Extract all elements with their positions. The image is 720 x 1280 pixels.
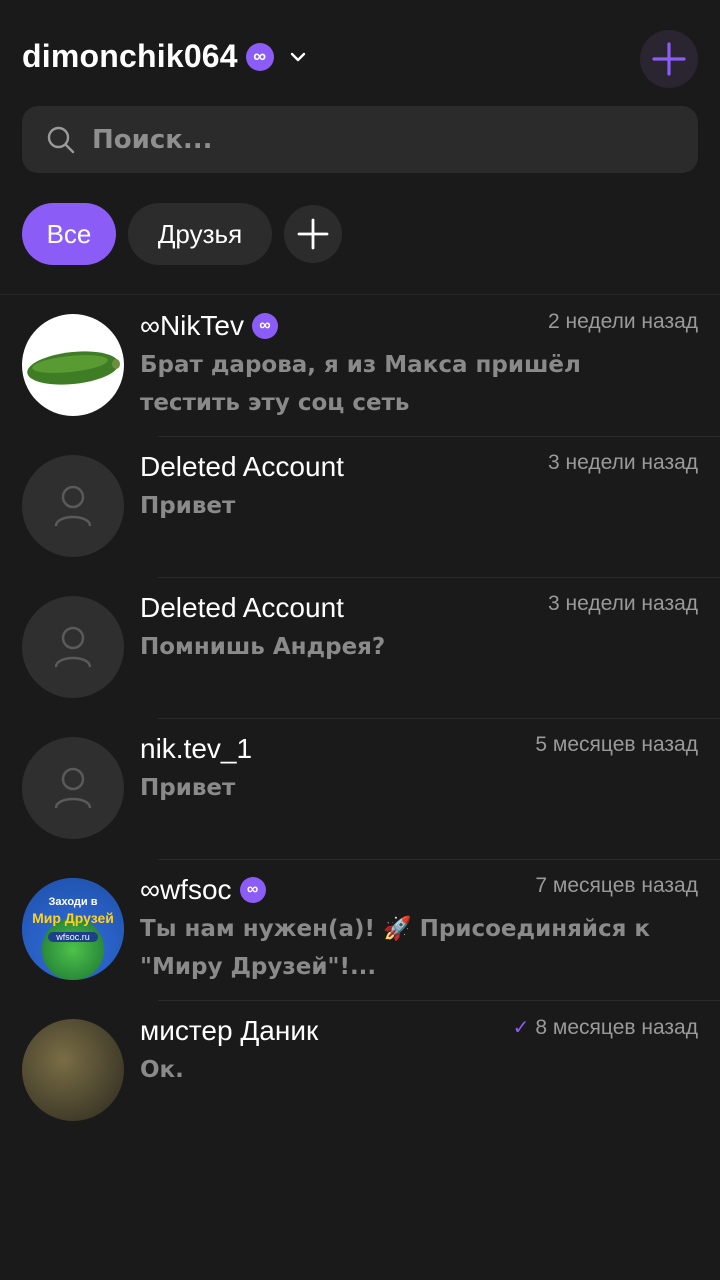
chat-name: nik.tev_1 xyxy=(140,733,253,764)
user-icon xyxy=(54,626,92,668)
account-switcher[interactable]: dimonchik064 ∞ xyxy=(22,38,308,75)
chat-name: ∞wfsoc ∞ xyxy=(140,874,266,906)
chat-item[interactable]: ∞NikTev ∞ 2 недели назад Брат дарова, я … xyxy=(0,296,720,437)
chat-name: Deleted Account xyxy=(140,451,344,482)
chat-name: Deleted Account xyxy=(140,592,344,623)
read-check-icon: ✓ xyxy=(512,1017,530,1039)
verified-badge-icon: ∞ xyxy=(239,877,266,903)
logo-text: Мир Друзей xyxy=(32,910,114,926)
chat-preview: Привет xyxy=(140,775,236,801)
plus-icon xyxy=(297,218,329,250)
avatar xyxy=(22,737,124,839)
chat-preview: Ты нам нужен(а)! 🚀 Присоединяйся к "Миру… xyxy=(140,916,651,980)
chat-item[interactable]: Deleted Account 3 недели назад Привет xyxy=(0,437,720,578)
user-icon xyxy=(54,767,92,809)
search-icon xyxy=(47,126,75,153)
chat-item[interactable]: Deleted Account 3 недели назад Помнишь А… xyxy=(0,578,720,719)
avatar xyxy=(22,455,124,557)
wfsoc-logo: Заходи в Мир Друзей wfsoc.ru xyxy=(22,878,124,980)
photo xyxy=(22,1019,124,1121)
chat-preview: Привет xyxy=(140,493,236,519)
logo-text: Заходи в xyxy=(48,896,98,908)
chat-item[interactable]: Заходи в Мир Друзей wfsoc.ru ∞wfsoc ∞ 7 … xyxy=(0,860,720,1001)
header: dimonchik064 ∞ xyxy=(22,30,698,88)
chat-time: ✓ 8 месяцев назад xyxy=(513,1015,698,1040)
chat-time: 5 месяцев назад xyxy=(535,733,698,756)
chat-time: 3 недели назад xyxy=(548,451,698,474)
chat-time-text: 8 месяцев назад xyxy=(535,1015,698,1039)
cucumber-image xyxy=(27,351,120,385)
chat-time: 2 недели назад xyxy=(548,310,698,333)
chat-preview: Ок. xyxy=(140,1057,184,1083)
search-bar[interactable] xyxy=(22,106,698,173)
chat-name: ∞NikTev ∞ xyxy=(140,310,278,342)
verified-badge-icon: ∞ xyxy=(245,42,274,71)
add-filter-button[interactable] xyxy=(284,205,342,263)
plus-icon xyxy=(652,42,686,76)
new-chat-button[interactable] xyxy=(640,30,698,88)
avatar: Заходи в Мир Друзей wfsoc.ru xyxy=(22,878,124,980)
chat-item[interactable]: nik.tev_1 5 месяцев назад Привет xyxy=(0,719,720,860)
filter-chip-all[interactable]: Все xyxy=(22,203,116,265)
chat-name-text: ∞wfsoc xyxy=(140,874,232,905)
search-input[interactable] xyxy=(90,123,634,156)
divider xyxy=(0,294,720,295)
filter-bar: Все Друзья xyxy=(22,203,354,265)
verified-badge-icon: ∞ xyxy=(251,313,278,339)
chat-name: мистер Даник xyxy=(140,1015,319,1046)
user-icon xyxy=(54,485,92,527)
chat-time: 7 месяцев назад xyxy=(535,874,698,897)
chat-preview: Брат дарова, я из Макса пришёл тестить э… xyxy=(140,352,581,416)
filter-chip-friends[interactable]: Друзья xyxy=(128,203,272,265)
username: dimonchik064 xyxy=(22,38,238,74)
chat-item[interactable]: мистер Даник ✓ 8 месяцев назад Ок. xyxy=(0,1001,720,1142)
chevron-down-icon[interactable] xyxy=(288,47,308,67)
chat-name-text: ∞NikTev xyxy=(140,310,244,341)
logo-text: wfsoc.ru xyxy=(48,932,98,942)
avatar xyxy=(22,596,124,698)
avatar xyxy=(22,1019,124,1121)
chat-time: 3 недели назад xyxy=(548,592,698,615)
chat-preview: Помнишь Андрея? xyxy=(140,634,386,660)
avatar xyxy=(22,314,124,416)
